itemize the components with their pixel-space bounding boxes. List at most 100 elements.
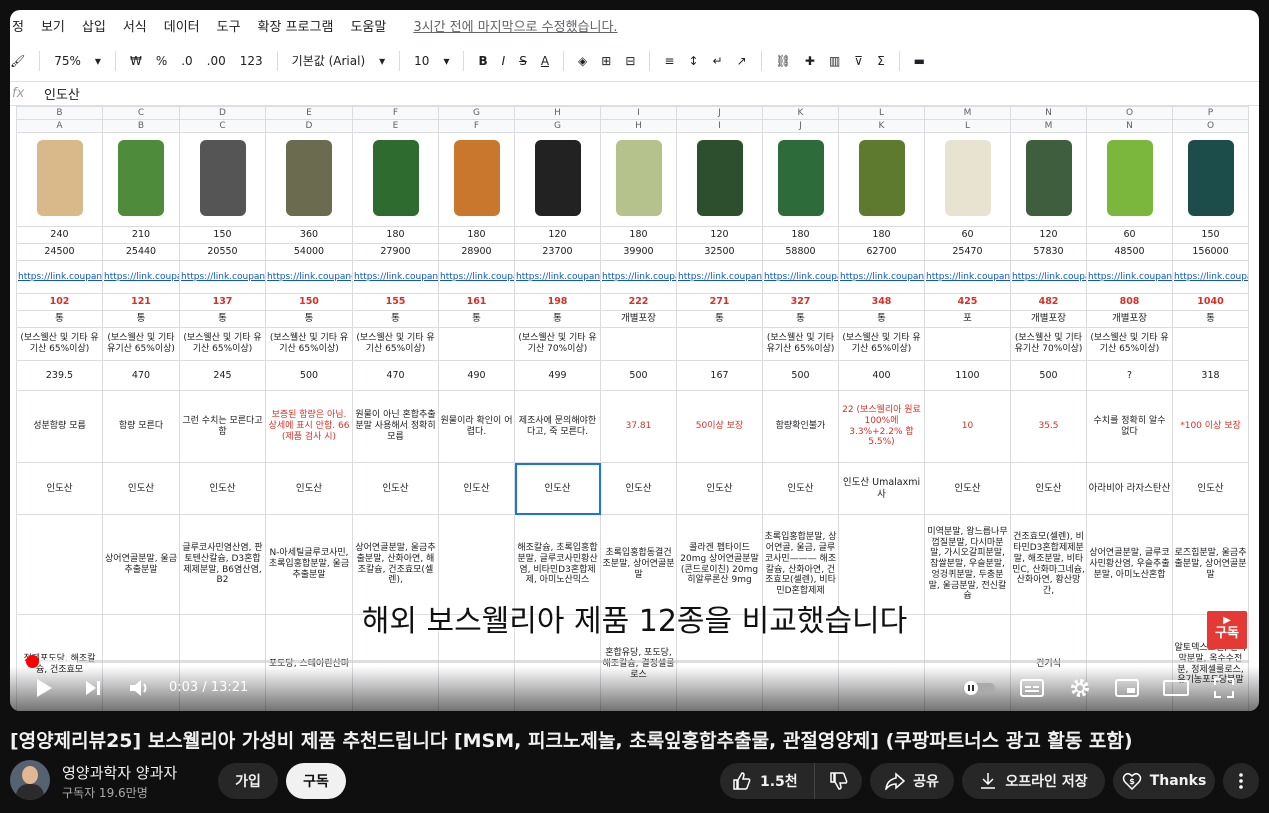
note-cell[interactable]: 보증된 함량은 아님. 상세에 표시 안함. 66 (제품 검사 시): [265, 390, 353, 463]
count-cell[interactable]: 180: [838, 226, 925, 244]
standard-cell[interactable]: (보스웰산 및 기타 유기산 70%이상): [514, 327, 601, 361]
product-image-cell[interactable]: [924, 132, 1011, 227]
standard-cell[interactable]: (보스웰산 및 기타 유기산 65%이상): [1086, 327, 1173, 361]
standard-cell[interactable]: [600, 327, 677, 361]
link-cell[interactable]: https://link.coupang.com/a/rbdNg: [514, 260, 601, 294]
link-cell[interactable]: https://link.coupang.com/a/rbxhk: [352, 260, 439, 294]
mg-cell[interactable]: 470: [102, 360, 180, 391]
product-image-cell[interactable]: [762, 132, 839, 227]
column-header-cell[interactable]: L: [838, 106, 925, 120]
unit-price-cell[interactable]: 198: [514, 293, 601, 311]
column-header-cell[interactable]: E: [265, 106, 353, 120]
sub-column-header-cell[interactable]: F: [438, 119, 515, 133]
standard-cell[interactable]: (보스웰산 및 기타 유기산 65%이상): [102, 327, 180, 361]
mg-cell[interactable]: 318: [1172, 360, 1249, 391]
product-image-cell[interactable]: [514, 132, 601, 227]
standard-cell[interactable]: [1172, 327, 1249, 361]
packaging-cell[interactable]: 통: [438, 310, 515, 328]
column-header-cell[interactable]: O: [1086, 106, 1173, 120]
packaging-cell[interactable]: 통: [16, 310, 103, 328]
link-cell[interactable]: https://link.coupang.com/a/ra2B1: [924, 260, 1011, 294]
origin-cell[interactable]: 인도산: [1172, 462, 1249, 515]
mg-cell[interactable]: 167: [676, 360, 763, 391]
price-cell[interactable]: 28900: [438, 243, 515, 261]
column-header-cell[interactable]: N: [1010, 106, 1087, 120]
mg-cell[interactable]: 239.5: [16, 360, 103, 391]
unit-price-cell[interactable]: 271: [676, 293, 763, 311]
unit-price-cell[interactable]: 808: [1086, 293, 1173, 311]
link-cell[interactable]: https://link.coupang.com/a/rae2S: [102, 260, 180, 294]
product-image-cell[interactable]: [1010, 132, 1087, 227]
price-cell[interactable]: 39900: [600, 243, 677, 261]
theater-mode-button[interactable]: [1163, 676, 1189, 700]
sub-column-header-cell[interactable]: H: [600, 119, 677, 133]
sub-column-header-cell[interactable]: L: [924, 119, 1011, 133]
count-cell[interactable]: 240: [16, 226, 103, 244]
origin-cell[interactable]: 인도산: [179, 462, 266, 515]
download-button[interactable]: 오프라인 저장: [962, 763, 1105, 799]
link-cell[interactable]: https://link.coupang.com/a/qWSDv: [1010, 260, 1087, 294]
unit-price-cell[interactable]: 222: [600, 293, 677, 311]
standard-cell[interactable]: (보스웰산 및 기타 유기산 65%이상): [265, 327, 353, 361]
sub-column-header-cell[interactable]: N: [1086, 119, 1173, 133]
price-cell[interactable]: 23700: [514, 243, 601, 261]
packaging-cell[interactable]: 개별포장: [600, 310, 677, 328]
unit-price-cell[interactable]: 102: [16, 293, 103, 311]
standard-cell[interactable]: [438, 327, 515, 361]
thanks-button[interactable]: $ Thanks: [1113, 763, 1215, 799]
product-image-cell[interactable]: [102, 132, 180, 227]
mg-cell[interactable]: 245: [179, 360, 266, 391]
count-cell[interactable]: 180: [438, 226, 515, 244]
column-header-cell[interactable]: J: [676, 106, 763, 120]
progress-bar[interactable]: [27, 660, 1249, 663]
note-cell[interactable]: 50이상 보장: [676, 390, 763, 463]
column-header-cell[interactable]: D: [179, 106, 266, 120]
settings-button[interactable]: [1068, 676, 1092, 700]
mg-cell[interactable]: 500: [265, 360, 353, 391]
column-header-cell[interactable]: K: [762, 106, 839, 120]
price-cell[interactable]: 25440: [102, 243, 180, 261]
origin-cell[interactable]: 인도산: [16, 462, 103, 515]
count-cell[interactable]: 60: [1086, 226, 1173, 244]
column-header-cell[interactable]: M: [924, 106, 1011, 120]
product-image-cell[interactable]: [1086, 132, 1173, 227]
unit-price-cell[interactable]: 150: [265, 293, 353, 311]
packaging-cell[interactable]: 통: [352, 310, 439, 328]
mg-cell[interactable]: 400: [838, 360, 925, 391]
origin-cell[interactable]: 인도산: [438, 462, 515, 515]
note-cell[interactable]: 그런 수치는 모른다고 함: [179, 390, 266, 463]
price-cell[interactable]: 156000: [1172, 243, 1249, 261]
origin-cell[interactable]: 인도산 Umalaxmi사: [838, 462, 925, 515]
price-cell[interactable]: 32500: [676, 243, 763, 261]
sub-column-header-cell[interactable]: M: [1010, 119, 1087, 133]
unit-price-cell[interactable]: 155: [352, 293, 439, 311]
mg-cell[interactable]: 500: [762, 360, 839, 391]
packaging-cell[interactable]: 개별포장: [1086, 310, 1173, 328]
standard-cell[interactable]: (보스웰산 및 기타 유기산 65%이상): [762, 327, 839, 361]
column-header-cell[interactable]: P: [1172, 106, 1249, 120]
count-cell[interactable]: 60: [924, 226, 1011, 244]
packaging-cell[interactable]: 통: [1172, 310, 1249, 328]
sub-column-header-cell[interactable]: D: [265, 119, 353, 133]
mg-cell[interactable]: 499: [514, 360, 601, 391]
more-actions-button[interactable]: [1223, 763, 1259, 799]
sub-column-header-cell[interactable]: O: [1172, 119, 1249, 133]
unit-price-cell[interactable]: 161: [438, 293, 515, 311]
like-button[interactable]: 1.5천: [720, 763, 815, 799]
product-image-cell[interactable]: [838, 132, 925, 227]
link-cell[interactable]: https://link.coupang.com/a/qYYXD: [265, 260, 353, 294]
count-cell[interactable]: 150: [179, 226, 266, 244]
product-image-cell[interactable]: [1172, 132, 1249, 227]
subscribe-button[interactable]: 구독: [286, 763, 346, 799]
link-cell[interactable]: https://link.coupang.com/a/qXlS9: [1172, 260, 1249, 294]
sub-column-header-cell[interactable]: B: [102, 119, 180, 133]
note-cell[interactable]: 10: [924, 390, 1011, 463]
progress-scrubber[interactable]: [25, 655, 39, 668]
packaging-cell[interactable]: 통: [762, 310, 839, 328]
unit-price-cell[interactable]: 121: [102, 293, 180, 311]
unit-price-cell[interactable]: 482: [1010, 293, 1087, 311]
subtitles-button[interactable]: [1020, 676, 1044, 700]
origin-cell[interactable]: 인도산: [676, 462, 763, 515]
count-cell[interactable]: 210: [102, 226, 180, 244]
count-cell[interactable]: 180: [762, 226, 839, 244]
